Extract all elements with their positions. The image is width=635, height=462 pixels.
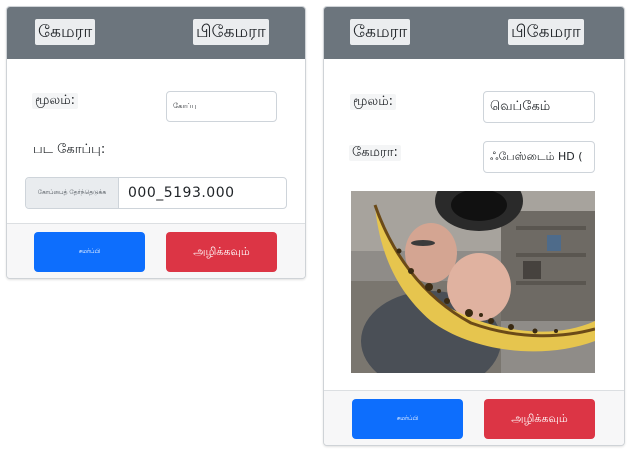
clear-button[interactable]: அழிக்கவும் — [166, 232, 277, 272]
submit-label: சமர்ப்பி — [396, 415, 419, 422]
card-header: கேமரா பிகேமரா — [7, 7, 305, 59]
submit-label: சமர்ப்பி — [78, 248, 101, 255]
card-header: கேமரா பிகேமரா — [324, 7, 624, 59]
source-label: மூலம்: — [32, 93, 79, 109]
tab-decamera[interactable]: பிகேமரா — [193, 19, 269, 45]
clear-button[interactable]: அழிக்கவும் — [484, 399, 595, 439]
source-select[interactable]: கோப்பு — [166, 91, 277, 122]
webcam-image — [351, 191, 595, 373]
file-name: 000_5193.000 — [128, 185, 235, 201]
submit-button[interactable]: சமர்ப்பி — [352, 399, 463, 439]
source-select[interactable]: வெப்கேம் — [483, 91, 595, 123]
tab-camera[interactable]: கேமரா — [35, 19, 96, 45]
file-camera-card: கேமரா பிகேமரா மூலம்: கோப்பு பட கோப்பு: க… — [6, 6, 306, 279]
tab-camera[interactable]: கேமரா — [350, 19, 411, 45]
choose-file-button[interactable]: கோப்பைத் தேர்ந்தெடுக்க — [26, 178, 119, 208]
submit-button[interactable]: சமர்ப்பி — [34, 232, 145, 272]
webcam-feed — [351, 191, 595, 373]
clear-label: அழிக்கவும் — [193, 244, 250, 258]
source-label: மூலம்: — [350, 94, 397, 110]
card-footer: சமர்ப்பி அழிக்கவும் — [7, 223, 305, 278]
camera-select[interactable]: ஃபேஸ்டைம் HD ( — [483, 141, 595, 173]
file-input[interactable]: கோப்பைத் தேர்ந்தெடுக்க 000_5193.000 — [25, 177, 287, 209]
card-footer: சமர்ப்பி அழிக்கவும் — [324, 390, 624, 445]
clear-label: அழிக்கவும் — [511, 411, 568, 425]
image-file-label: பட கோப்பு: — [33, 142, 106, 157]
camera-label: கேமரா: — [349, 145, 401, 161]
tab-decamera[interactable]: பிகேமரா — [508, 19, 584, 45]
webcam-camera-card: கேமரா பிகேமரா மூலம்: வெப்கேம் கேமரா: ஃபே… — [323, 6, 625, 446]
